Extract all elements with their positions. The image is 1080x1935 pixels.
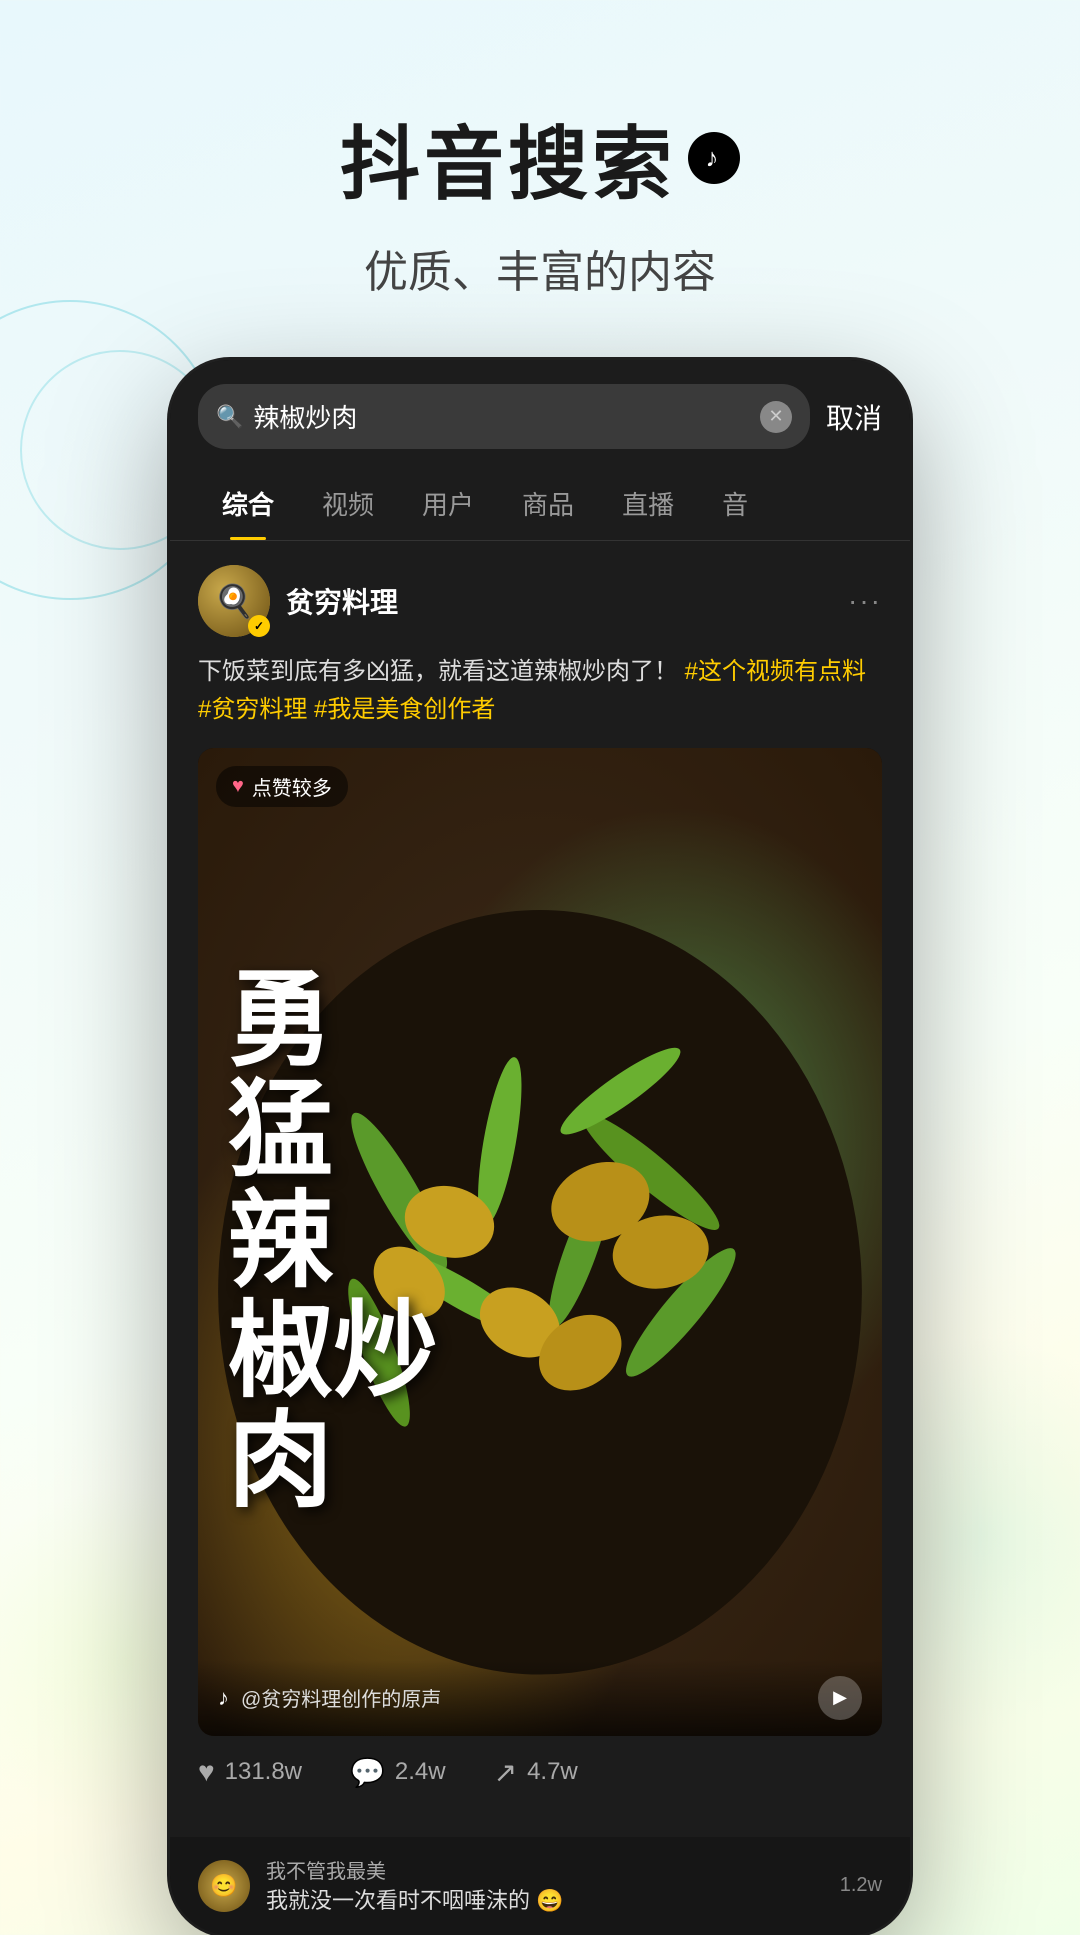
tiktok-music-icon [688,132,740,184]
tab-音[interactable]: 音 [698,467,772,540]
comment-count[interactable]: 💬 2.4w [350,1756,446,1789]
share-icon: ↗ [494,1756,517,1789]
search-clear-button[interactable]: ✕ [760,401,792,433]
tab-bar: 综合 视频 用户 商品 直播 音 [170,467,910,541]
app-title-text: 抖音搜索 [340,100,676,216]
hashtag-1[interactable]: #这个视频有点料 [685,658,866,685]
comment-likes-count: 1.2w [840,1874,882,1897]
overlay-line3: 辣 [228,1187,333,1297]
video-overlay-text: 勇 猛 辣 椒炒 肉 [198,748,882,1736]
search-bar: 🔍 辣椒炒肉 ✕ 取消 [170,360,910,467]
overlay-line4: 椒炒 [228,1297,438,1407]
engagement-bar: ♥ 131.8w 💬 2.4w ↗ 4.7w [198,1736,882,1813]
tab-综合[interactable]: 综合 [198,467,298,540]
hot-badge-text: 点赞较多 [252,772,332,801]
user-card: ✓ 贫穷料理 ··· [198,565,882,637]
comment-text: 我就没一次看时不咽唾沫的 😄 [266,1884,824,1917]
search-cancel-button[interactable]: 取消 [826,397,882,437]
overlay-line1: 勇 [228,966,333,1076]
post-text: 下饭菜到底有多凶猛，就看这道辣椒炒肉了！ #这个视频有点料 #贫穷料理 #我是美… [198,653,882,730]
hot-badge: ♥ 点赞较多 [216,766,348,807]
comment-section: 😊 我不管我最美 我就没一次看时不咽唾沫的 😄 1.2w [170,1837,910,1935]
video-bottom-bar: ♪ @贫穷料理创作的原声 ▶ [198,1660,882,1736]
post-body-text: 下饭菜到底有多凶猛，就看这道辣椒炒肉了！ [198,658,678,685]
tiktok-small-icon: ♪ [218,1685,229,1711]
video-source-text: @贫穷料理创作的原声 [241,1683,806,1712]
tab-用户[interactable]: 用户 [398,467,498,540]
comment-icon: 💬 [350,1756,385,1789]
more-options-icon[interactable]: ··· [848,585,882,617]
heart-icon: ♥ [232,775,244,798]
phone-frame: 🔍 辣椒炒肉 ✕ 取消 综合 视频 用户 商品 直播 音 [170,360,910,1935]
overlay-line2: 猛 [228,1076,333,1186]
tab-视频[interactable]: 视频 [298,467,398,540]
app-subtitle: 优质、丰富的内容 [0,236,1080,300]
search-query-text: 辣椒炒肉 [253,398,750,435]
comment-count-text: 2.4w [395,1758,446,1786]
comment-username[interactable]: 我不管我最美 [266,1855,824,1884]
search-icon: 🔍 [216,404,243,430]
comment-content: 我不管我最美 我就没一次看时不咽唾沫的 😄 [266,1855,824,1917]
commenter-avatar: 😊 [198,1860,250,1912]
heart-icon: ♥ [198,1756,215,1788]
play-button[interactable]: ▶ [818,1676,862,1720]
overlay-line5: 肉 [228,1407,333,1517]
hashtag-3[interactable]: #我是美食创作者 [314,696,495,723]
avatar: ✓ [198,565,270,637]
search-input-wrap[interactable]: 🔍 辣椒炒肉 ✕ [198,384,810,449]
username[interactable]: 贫穷料理 [286,581,832,621]
tab-直播[interactable]: 直播 [598,467,698,540]
like-count[interactable]: ♥ 131.8w [198,1756,302,1788]
tab-商品[interactable]: 商品 [498,467,598,540]
share-count[interactable]: ↗ 4.7w [494,1756,578,1789]
verified-badge: ✓ [248,615,270,637]
hashtag-2[interactable]: #贫穷料理 [198,696,307,723]
share-count-text: 4.7w [527,1758,578,1786]
like-count-text: 131.8w [225,1758,302,1786]
content-area: ✓ 贫穷料理 ··· 下饭菜到底有多凶猛，就看这道辣椒炒肉了！ #这个视频有点料… [170,541,910,1837]
phone-wrapper: 🔍 辣椒炒肉 ✕ 取消 综合 视频 用户 商品 直播 音 [0,360,1080,1935]
video-thumbnail[interactable]: 勇 猛 辣 椒炒 肉 ♥ 点赞较多 ♪ @贫穷料理创作的原声 ▶ [198,748,882,1736]
header-section: 抖音搜索 优质、丰富的内容 [0,0,1080,360]
app-title: 抖音搜索 [0,100,1080,216]
